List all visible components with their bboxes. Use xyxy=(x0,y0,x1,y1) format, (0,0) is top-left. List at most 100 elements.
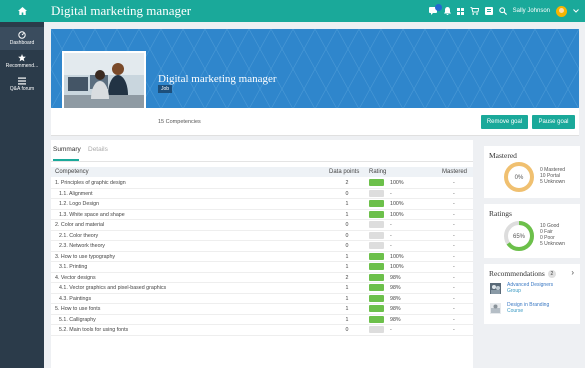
competency-name[interactable]: 1.3. White space and shape xyxy=(59,212,125,218)
competency-name[interactable]: 4. Vector designs xyxy=(55,275,96,281)
header-mastered[interactable]: Mastered xyxy=(442,169,467,175)
list-icon[interactable] xyxy=(484,7,493,15)
table-row[interactable]: 5.2. Main tools for using fonts 0 - - xyxy=(51,325,473,336)
table-header: Competency Data points Rating Mastered xyxy=(51,167,473,177)
app-title: Digital marketing manager xyxy=(51,3,192,18)
table-row[interactable]: 4. Vector designs 2 98% - xyxy=(51,273,473,283)
home-button[interactable] xyxy=(0,0,44,22)
table-row[interactable]: 1.3. White space and shape 1 100% - xyxy=(51,210,473,220)
recommendation-type: Course xyxy=(507,308,524,314)
competency-name[interactable]: 5.1. Calligraphy xyxy=(59,317,96,323)
ratings-donut: 65% xyxy=(504,221,534,251)
data-points-value: 2 xyxy=(345,180,349,186)
grid-icon[interactable] xyxy=(456,7,464,15)
tab-summary[interactable]: Summary xyxy=(53,146,81,153)
user-avatar[interactable] xyxy=(556,5,567,17)
recommendations-title-text: Recommendations xyxy=(489,269,545,278)
tab-details[interactable]: Details xyxy=(88,146,108,153)
tab-bar: Summary Details xyxy=(51,140,473,162)
table-row[interactable]: 1.2. Logo Design 1 100% - xyxy=(51,199,473,210)
rating-bar xyxy=(369,273,384,281)
data-points-value: 1 xyxy=(345,295,349,302)
competency-name[interactable]: 2. Color and material xyxy=(55,222,104,228)
chat-icon[interactable] xyxy=(428,4,442,15)
data-points-value: 1 xyxy=(345,201,349,207)
star-icon xyxy=(18,54,26,62)
chevron-down-icon[interactable] xyxy=(573,9,579,13)
bell-icon[interactable] xyxy=(443,7,451,15)
rating-bar xyxy=(369,252,384,260)
rating-bar xyxy=(369,189,384,197)
ratings-panel: Ratings 65% 10 Good 0 Fair 0 Poor 5 Unkn… xyxy=(484,204,580,258)
cart-icon[interactable] xyxy=(469,7,479,15)
competency-name[interactable]: 2.3. Network theory xyxy=(59,243,105,249)
competency-name[interactable]: 4.1. Vector graphics and pixel-based gra… xyxy=(59,285,166,291)
sidebar-item-label: Dashboard xyxy=(9,40,35,46)
competency-name[interactable]: 2.1. Color theory xyxy=(59,233,98,239)
sidebar-item-qa-forum[interactable]: Q&A forum xyxy=(0,73,44,96)
table-row[interactable]: 2.1. Color theory 0 - - xyxy=(51,231,473,241)
chevron-right-icon[interactable]: › xyxy=(571,268,574,277)
rating-percent: - xyxy=(390,243,392,249)
sidebar-item-recommendations[interactable]: Recommend... xyxy=(0,50,44,73)
data-points-value: 1 xyxy=(345,253,349,260)
data-points-value: 1 xyxy=(345,264,349,270)
table-row[interactable]: 4.3. Paintings 1 98% - xyxy=(51,294,473,304)
data-points-value: 1 xyxy=(345,306,349,312)
rating-percent: 100% xyxy=(390,201,404,207)
dashboard-icon xyxy=(18,31,26,39)
competency-name[interactable]: 3.1. Printing xyxy=(59,264,87,270)
table-row[interactable]: 1.1. Alignment 0 - - xyxy=(51,189,473,199)
competency-name[interactable]: 5. How to use fonts xyxy=(55,306,100,312)
search-icon[interactable] xyxy=(498,7,507,15)
table-row[interactable]: 5. How to use fonts 1 98% - xyxy=(51,304,473,315)
remove-goal-button[interactable]: Remove goal xyxy=(481,115,528,129)
top-bar: Digital marketing manager Sally Johnson xyxy=(0,0,585,22)
ratings-title: Ratings xyxy=(489,209,512,218)
sidebar-item-dashboard[interactable]: Dashboard xyxy=(0,27,44,50)
competency-name[interactable]: 3. How to use typography xyxy=(55,254,115,260)
competency-name[interactable]: 1.1. Alignment xyxy=(59,191,93,197)
pause-goal-button[interactable]: Pause goal xyxy=(532,115,575,129)
table-row[interactable]: 2.3. Network theory 0 - - xyxy=(51,241,473,252)
rating-bar xyxy=(369,284,384,291)
rating-percent: 98% xyxy=(390,274,401,281)
header-rating[interactable]: Rating xyxy=(369,169,386,175)
rating-percent: 100% xyxy=(390,253,404,260)
ratings-stats: 10 Good 0 Fair 0 Poor 5 Unknown xyxy=(540,223,565,247)
rating-bar xyxy=(369,221,384,228)
job-title: Digital marketing manager xyxy=(158,73,277,85)
header-data-points[interactable]: Data points xyxy=(329,169,359,175)
rating-bar xyxy=(369,326,384,333)
rating-percent: 98% xyxy=(390,316,401,323)
competency-name[interactable]: 1.2. Logo Design xyxy=(59,201,99,207)
mastered-value: - xyxy=(453,295,455,302)
competency-name[interactable]: 4.3. Paintings xyxy=(59,296,91,302)
course-thumbnail xyxy=(490,303,501,314)
notification-badge xyxy=(434,4,442,11)
rating-percent: - xyxy=(390,190,392,197)
mastered-donut: 0% xyxy=(504,162,534,192)
table-row[interactable]: 5.1. Calligraphy 1 98% - xyxy=(51,315,473,325)
recommendation-item[interactable]: Design in Branding Course xyxy=(490,302,576,318)
user-name[interactable]: Sally Johnson xyxy=(513,8,550,14)
active-tab-indicator xyxy=(53,159,79,161)
table-row[interactable]: 3. How to use typography 1 100% - xyxy=(51,252,473,262)
rating-percent: - xyxy=(390,232,392,239)
table-row[interactable]: 4.1. Vector graphics and pixel-based gra… xyxy=(51,283,473,294)
table-row[interactable]: 2. Color and material 0 - - xyxy=(51,220,473,231)
recommendation-item[interactable]: Advanced Designers Group xyxy=(490,282,576,298)
competency-name[interactable]: 5.2. Main tools for using fonts xyxy=(59,327,128,333)
table-row[interactable]: 1. Principles of graphic design 2 100% - xyxy=(51,178,473,189)
header-competency[interactable]: Competency xyxy=(55,169,89,175)
mastered-title: Mastered xyxy=(489,151,517,160)
competency-name[interactable]: 1. Principles of graphic design xyxy=(55,180,126,186)
data-points-value: 0 xyxy=(345,327,349,333)
mastered-value: - xyxy=(453,253,455,260)
rating-percent: 100% xyxy=(390,211,404,218)
mastered-value: - xyxy=(453,243,455,249)
sidebar-item-label: Q&A forum xyxy=(9,86,35,92)
mastered-percent: 0% xyxy=(515,175,524,181)
table-row[interactable]: 3.1. Printing 1 100% - xyxy=(51,262,473,273)
recommendations-panel: Recommendations 2 › Advanced Designers Gr… xyxy=(484,264,580,324)
